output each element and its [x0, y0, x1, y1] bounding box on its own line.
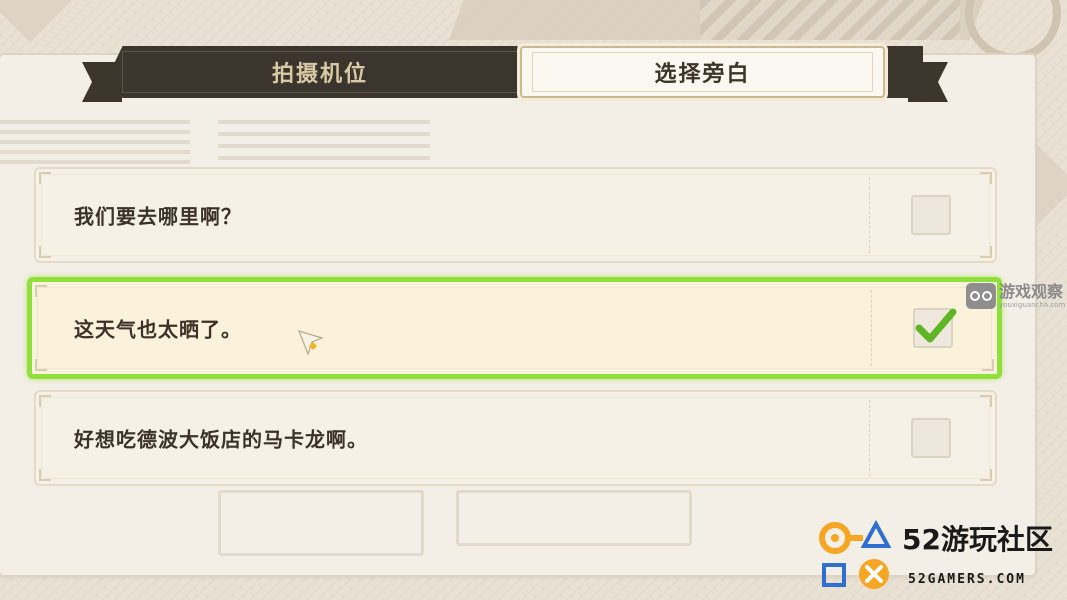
- checkmark-icon: [915, 308, 957, 343]
- option-divider: [871, 290, 872, 366]
- background-card: [218, 490, 424, 556]
- background-card: [456, 490, 692, 546]
- gamepad-symbols-logo-icon: [819, 519, 892, 589]
- background-text-lines: [0, 120, 190, 170]
- corner-ornament: [35, 359, 47, 371]
- corner-ornament: [39, 469, 51, 481]
- tab-bar: 拍摄机位 选择旁白: [82, 46, 948, 104]
- narration-option-selected[interactable]: 这天气也太晒了。: [27, 277, 1002, 379]
- corner-ornament: [980, 246, 992, 258]
- narration-option-text: 这天气也太晒了。: [74, 317, 242, 342]
- youxiguancha-watermark: 游戏观察 youxiguancha.com: [966, 283, 1065, 309]
- tab-camera-label: 拍摄机位: [271, 62, 368, 87]
- option-divider: [869, 400, 870, 476]
- narration-option[interactable]: 好想吃德波大饭店的马卡龙啊。: [34, 390, 997, 486]
- corner-ornament: [39, 172, 51, 184]
- watermark-url: 52GAMERS.COM: [908, 572, 1026, 587]
- corner-ornament: [39, 246, 51, 258]
- watermark-title: 52游玩社区: [902, 523, 1053, 556]
- watermark-title: 游戏观察: [999, 282, 1064, 301]
- watermark-subtitle: youxiguancha.com: [999, 301, 1066, 309]
- tab-select-narration[interactable]: 选择旁白: [520, 46, 885, 98]
- option-checkbox-checked[interactable]: [913, 308, 957, 348]
- 52gamers-watermark: 52游玩社区 52GAMERS.COM: [818, 518, 1067, 600]
- corner-ornament: [39, 395, 51, 407]
- background-text-lines: [218, 120, 430, 160]
- corner-ornament: [980, 172, 992, 184]
- narration-option-text: 好想吃德波大饭店的马卡龙啊。: [74, 427, 368, 452]
- eyes-logo-icon: [966, 283, 996, 309]
- corner-ornament: [982, 359, 994, 371]
- narration-option[interactable]: 我们要去哪里啊？: [34, 167, 997, 263]
- corner-ornament: [980, 395, 992, 407]
- background-stripes: [700, 0, 960, 40]
- narration-option-text: 我们要去哪里啊？: [74, 204, 242, 229]
- option-checkbox[interactable]: [911, 195, 951, 235]
- tab-bar-cap: [885, 46, 923, 98]
- option-checkbox[interactable]: [911, 418, 951, 458]
- cursor-icon: [298, 330, 324, 356]
- tab-narration-label: 选择旁白: [654, 62, 751, 87]
- corner-ornament: [980, 469, 992, 481]
- corner-ornament: [35, 285, 47, 297]
- tab-camera-position[interactable]: 拍摄机位: [110, 46, 530, 98]
- option-divider: [869, 177, 870, 253]
